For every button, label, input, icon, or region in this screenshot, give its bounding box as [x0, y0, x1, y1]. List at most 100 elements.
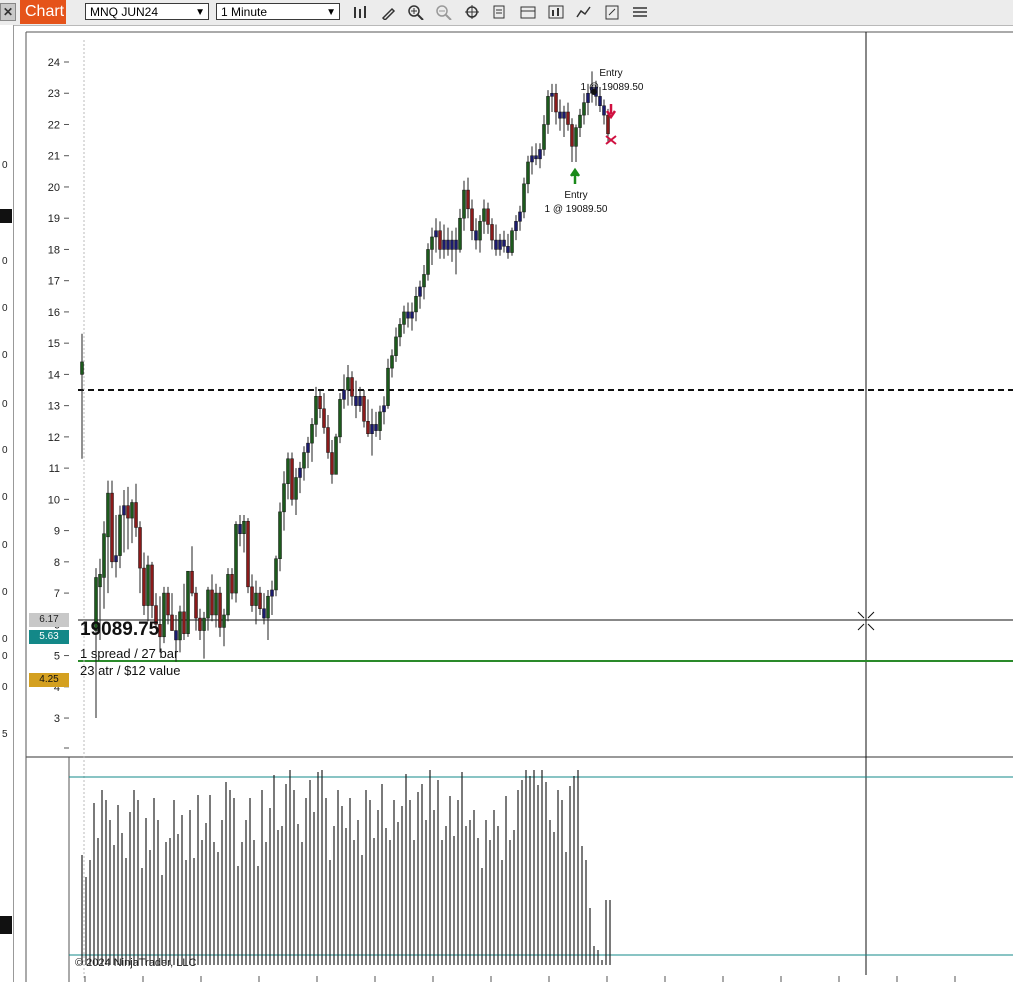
candle-body [410, 311, 414, 319]
candle-body [386, 367, 390, 406]
chart-canvas[interactable]: 2423222120191817161514131211109876543000… [0, 0, 1013, 982]
candle-body [162, 592, 166, 638]
candle-body [494, 239, 498, 250]
candle-body [254, 592, 258, 606]
candle-body [214, 592, 218, 616]
candle-body [526, 161, 530, 185]
candle-body [442, 239, 446, 250]
candle-body [150, 564, 154, 606]
candle-body [522, 183, 526, 213]
candle-body [106, 492, 110, 538]
candle-body [478, 221, 482, 241]
candle-body [474, 230, 478, 241]
candle-body [334, 436, 338, 475]
y-axis-tick-label: 20 [48, 182, 60, 194]
candle-body [466, 189, 470, 210]
y-axis-tick-label: 12 [48, 432, 60, 444]
candle-body [418, 286, 422, 297]
candle-body [510, 230, 514, 253]
candle-body [302, 452, 306, 469]
candle-body [142, 567, 146, 606]
candle-body [586, 92, 590, 103]
y-axis-tick-label: 10 [48, 494, 60, 506]
left-panel-label: 0 [2, 651, 8, 662]
candle-body [250, 586, 254, 606]
left-panel-label: 0 [2, 445, 8, 456]
candle-body [110, 492, 114, 563]
candle-body [102, 533, 106, 578]
candle-body [138, 527, 142, 569]
candle-body [270, 589, 274, 597]
candle-body [498, 239, 502, 250]
candle-body [430, 236, 434, 250]
y-axis-tick-label: 13 [48, 401, 60, 413]
y-axis-tick-label: 14 [48, 369, 60, 381]
left-panel-marker [0, 209, 12, 223]
left-panel-label: 0 [2, 634, 8, 645]
candle-body [502, 239, 506, 247]
candle-body [562, 111, 566, 119]
candle-body [114, 555, 118, 563]
candle-body [446, 239, 450, 250]
candle-body [406, 311, 410, 319]
y-axis-tick-label: 8 [54, 557, 60, 569]
candle-body [398, 324, 402, 338]
candle-body [602, 105, 606, 116]
candle-body [606, 114, 610, 135]
candle-body [414, 296, 418, 313]
candle-body [118, 514, 122, 556]
candle-body [258, 592, 262, 609]
candle-body [422, 274, 426, 288]
candle-body [358, 396, 362, 406]
left-panel-label: 0 [2, 160, 8, 171]
candle-body [554, 92, 558, 113]
candle-body [378, 411, 382, 431]
candle-body [458, 217, 462, 250]
candle-body [566, 111, 570, 125]
y-axis-tick-label: 16 [48, 307, 60, 319]
candle-body [166, 592, 170, 616]
y-axis-tick-label: 5 [54, 651, 60, 663]
left-panel-label: 0 [2, 492, 8, 503]
y-axis-tick-label: 15 [48, 338, 60, 350]
candle-body [546, 96, 550, 125]
candle-body [438, 230, 442, 250]
y-axis-tick-label: 24 [48, 57, 60, 69]
candle-body [426, 249, 430, 275]
candle-body [202, 617, 206, 631]
candle-body [338, 399, 342, 438]
candle-body [514, 221, 518, 231]
left-panel-label: 0 [2, 587, 8, 598]
candle-body [490, 224, 494, 241]
candle-body [80, 361, 84, 375]
y-axis-tick-label: 11 [49, 463, 60, 475]
candle-body [126, 505, 130, 519]
candle-body [322, 408, 326, 428]
candle-body [558, 111, 562, 119]
candle-body [326, 427, 330, 453]
entry-marker-detail: 1 @ 19089.50 [580, 82, 644, 93]
candle-body [278, 511, 282, 559]
candle-body [374, 424, 378, 431]
candle-body [542, 124, 546, 150]
candle-body [362, 396, 366, 422]
y-axis-tick-label: 7 [54, 588, 60, 600]
left-panel-label: 0 [2, 350, 8, 361]
candle-body [450, 239, 454, 250]
candle-body [262, 608, 266, 619]
candle-body [266, 595, 270, 619]
axis-tag-mid: 5.63 [29, 630, 69, 644]
candle-body [402, 311, 406, 325]
candle-body [282, 483, 286, 513]
candle-body [274, 558, 278, 591]
candle-body [98, 574, 102, 588]
left-panel-label: 0 [2, 540, 8, 551]
buy-entry-arrow-icon [569, 167, 581, 184]
candle-body [294, 477, 298, 500]
candle-body [394, 336, 398, 356]
candle-body [506, 246, 510, 253]
candle-body [462, 189, 466, 219]
axis-tag-low: 4.25 [29, 673, 69, 687]
candle-body [342, 389, 346, 400]
candle-body [582, 102, 586, 116]
